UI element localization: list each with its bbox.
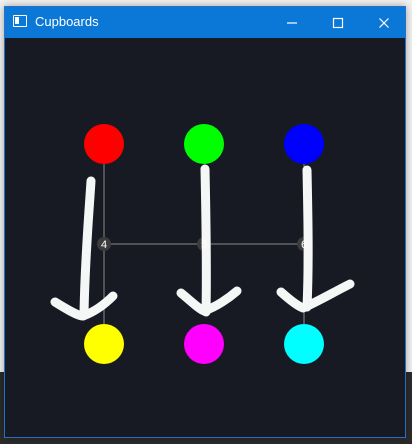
app-window: Cupboards 4 5 6 [4,6,406,438]
top-circle-green[interactable] [184,124,224,164]
title-bar[interactable]: Cupboards [5,7,405,38]
bottom-circle-cyan[interactable] [284,324,324,364]
close-icon [379,17,389,28]
bottom-circle-yellow[interactable] [84,324,124,364]
arrow-right-down [276,165,355,313]
arrow-middle-down [176,164,242,317]
maximize-icon [332,17,344,28]
window-title: Cupboards [35,14,99,29]
top-circle-blue[interactable] [284,124,324,164]
maximize-button[interactable] [315,7,361,38]
close-button[interactable] [361,7,407,38]
canvas-svg: 4 5 6 [50,124,355,364]
minimize-icon [287,21,297,24]
bottom-circle-magenta[interactable] [184,324,224,364]
minimize-button[interactable] [269,7,315,38]
drawing-canvas[interactable]: 4 5 6 [5,38,405,437]
app-icon [13,15,27,27]
top-circle-red[interactable] [84,124,124,164]
node-4-label: 4 [101,239,107,251]
